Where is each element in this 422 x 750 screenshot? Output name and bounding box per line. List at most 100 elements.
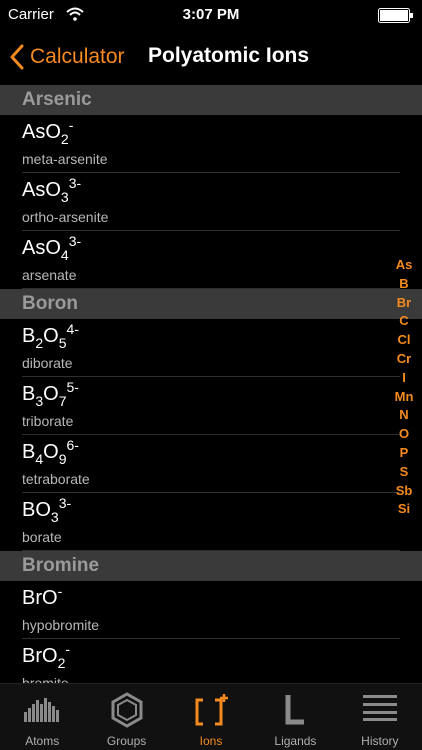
ion-row[interactable]: BO33- borate: [0, 493, 422, 551]
formula-element: As: [22, 179, 46, 201]
formula-charge: 3-: [68, 233, 82, 249]
section-header-bromine: Bromine: [0, 551, 422, 581]
ion-name: diborate: [22, 355, 73, 371]
index-item-mn[interactable]: Mn: [395, 388, 414, 407]
tab-history[interactable]: History: [338, 684, 422, 750]
ion-formula: B3O75-: [22, 379, 79, 409]
formula-subscript: 4: [35, 451, 44, 467]
ion-row[interactable]: AsO2- meta-arsenite: [0, 115, 422, 173]
index-item-p[interactable]: P: [400, 444, 409, 463]
ion-row[interactable]: AsO33- ortho-arsenite: [0, 173, 422, 231]
tab-atoms[interactable]: Atoms: [0, 684, 84, 750]
ion-row[interactable]: AsO43- arsenate: [0, 231, 422, 289]
tab-ions[interactable]: Ions: [169, 684, 253, 750]
formula-subscript: 7: [58, 393, 67, 409]
tab-label: Ligands: [274, 734, 317, 748]
ion-formula: B2O54-: [22, 321, 79, 351]
formula-element: O: [35, 499, 51, 521]
formula-element: As: [22, 121, 46, 143]
index-item-s[interactable]: S: [400, 463, 409, 482]
formula-subscript: 4: [60, 247, 69, 263]
history-lines-icon: [362, 692, 398, 727]
index-item-i[interactable]: I: [402, 369, 406, 388]
ion-row[interactable]: BrO-hypobromite: [0, 581, 422, 639]
formula-subscript: 3: [60, 189, 69, 205]
tab-ligands[interactable]: Ligands: [253, 684, 337, 750]
formula-subscript: 2: [35, 335, 44, 351]
ion-formula: B4O96-: [22, 437, 79, 467]
formula-element: B: [22, 441, 36, 463]
formula-subscript: 3: [35, 393, 44, 409]
formula-element: O: [42, 587, 58, 609]
formula-element: As: [22, 237, 46, 259]
index-item-cl[interactable]: Cl: [398, 331, 411, 350]
formula-element: B: [22, 325, 36, 347]
index-item-b[interactable]: B: [399, 275, 408, 294]
formula-charge: 3-: [68, 175, 82, 191]
ion-formula: AsO2-: [22, 117, 73, 147]
tab-label: Atoms: [25, 734, 60, 748]
navigation-bar: Calculator Polyatomic Ions: [0, 30, 422, 85]
tab-label: Ions: [199, 734, 223, 748]
formula-element: O: [45, 179, 61, 201]
row-divider: [22, 550, 400, 551]
formula-element: O: [43, 441, 59, 463]
tab-groups[interactable]: Groups: [84, 684, 168, 750]
tab-bar: Atoms Groups Ions Ligands History: [0, 683, 422, 750]
battery-icon: [378, 8, 414, 23]
ligand-L-icon: [280, 692, 310, 731]
ion-name: hypobromite: [22, 617, 100, 633]
index-item-as[interactable]: As: [396, 256, 413, 275]
ion-formula: AsO43-: [22, 233, 81, 263]
section-index[interactable]: As B Br C Cl Cr I Mn N O P S Sb Si: [390, 256, 418, 519]
formula-charge: 6-: [66, 437, 79, 453]
ion-formula: BO33-: [22, 495, 71, 525]
ion-name: ortho-arsenite: [22, 209, 109, 225]
ion-name: arsenate: [22, 267, 77, 283]
tab-label: Groups: [106, 734, 147, 748]
ion-name: borate: [22, 529, 62, 545]
index-item-br[interactable]: Br: [397, 294, 411, 313]
formula-element: O: [45, 121, 61, 143]
formula-charge: 4-: [66, 321, 79, 337]
ion-name: bromite: [22, 675, 69, 683]
formula-element: O: [42, 645, 58, 667]
row-divider: [22, 288, 400, 289]
formula-subscript: 2: [60, 131, 69, 147]
section-header-boron: Boron: [0, 289, 422, 319]
formula-charge: 3-: [58, 495, 72, 511]
formula-subscript: 9: [58, 451, 67, 467]
formula-element: O: [43, 383, 59, 405]
back-button[interactable]: Calculator: [10, 40, 125, 74]
formula-element: O: [43, 325, 59, 347]
status-bar: Carrier 3:07 PM: [0, 0, 422, 30]
brackets-plus-icon: [193, 692, 229, 733]
index-item-cr[interactable]: Cr: [397, 350, 411, 369]
ion-row[interactable]: B2O54- diborate: [0, 319, 422, 377]
ion-name: triborate: [22, 413, 74, 429]
ion-row[interactable]: B4O96- tetraborate: [0, 435, 422, 493]
ion-formula: BrO2-: [22, 641, 70, 671]
ion-list[interactable]: Arsenic AsO2- meta-arsenite AsO33- ortho-ars…: [0, 85, 422, 683]
hexagon-icon: [109, 692, 145, 733]
status-time: 3:07 PM: [182, 6, 240, 23]
formula-charge: -: [57, 583, 63, 599]
formula-charge: -: [65, 641, 71, 657]
index-item-o[interactable]: O: [399, 425, 409, 444]
ion-row[interactable]: B3O75- triborate: [0, 377, 422, 435]
index-item-c[interactable]: C: [399, 312, 408, 331]
tab-label: History: [361, 734, 399, 748]
formula-subscript: 2: [57, 655, 66, 671]
index-item-sb[interactable]: Sb: [396, 482, 413, 501]
ion-name: tetraborate: [22, 471, 90, 487]
index-item-n[interactable]: N: [399, 406, 408, 425]
formula-element: B: [22, 499, 36, 521]
formula-element: O: [45, 237, 61, 259]
index-item-si[interactable]: Si: [398, 500, 410, 519]
formula-charge: -: [68, 117, 74, 133]
back-button-label: Calculator: [30, 45, 125, 68]
formula-subscript: 5: [58, 335, 67, 351]
ion-row[interactable]: BrO2- bromite: [0, 639, 422, 683]
formula-element: Br: [22, 645, 42, 667]
ion-formula: BrO-: [22, 583, 62, 610]
